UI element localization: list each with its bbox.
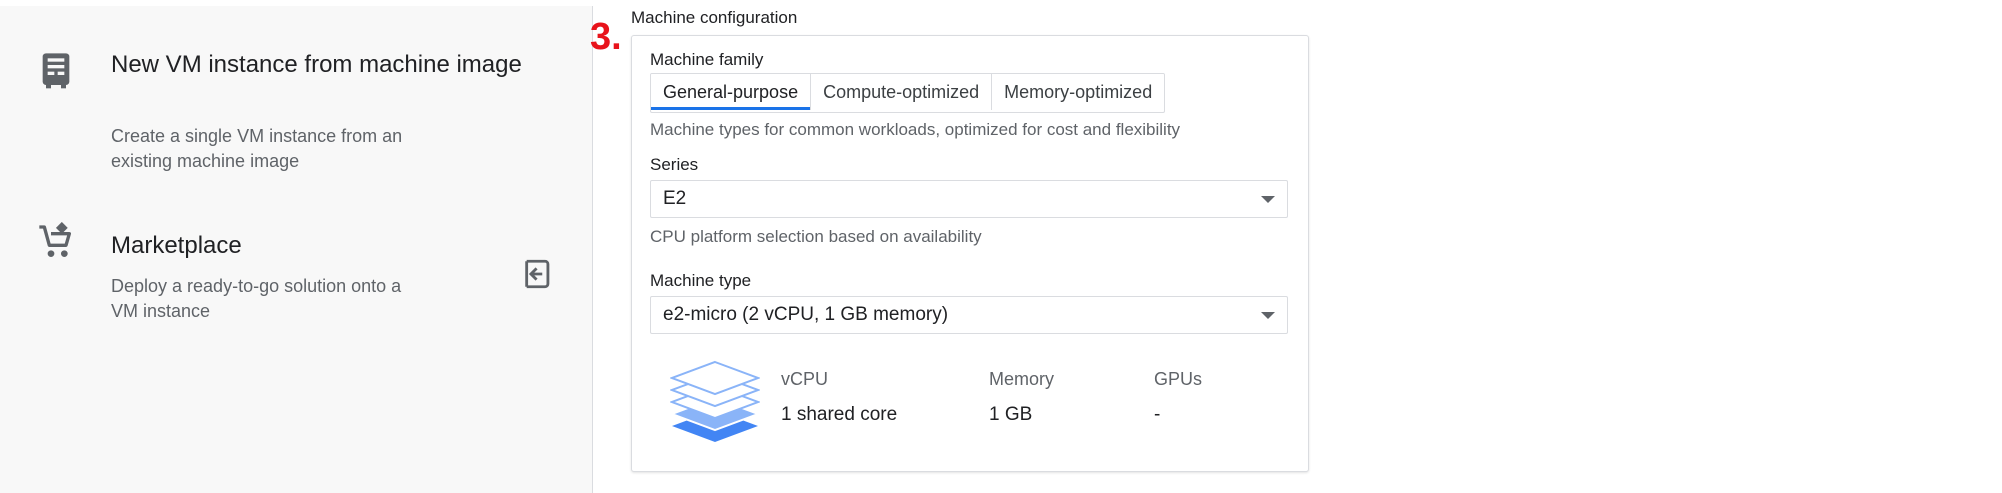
spec-value: - [1154, 404, 1161, 425]
tab-memory-optimized[interactable]: Memory-optimized [992, 74, 1165, 110]
spec-header: GPUs [1154, 369, 1203, 389]
machine-type-label: Machine type [650, 271, 752, 290]
spec-memory: Memory 1 GB [989, 367, 1054, 427]
machine-family-tabs: General-purpose Compute-optimized Memory… [650, 73, 1166, 113]
spec-header: Memory [989, 369, 1055, 389]
tab-general-purpose[interactable]: General-purpose [651, 74, 812, 110]
series-select[interactable]: E2 [650, 180, 1288, 218]
series-label: Series [650, 155, 699, 174]
tab-compute-optimized[interactable]: Compute-optimized [811, 74, 993, 110]
option-description: Deploy a ready-to-go solution onto a VM … [111, 276, 402, 321]
series-help: CPU platform selection based on availabi… [650, 227, 982, 246]
series-value: E2 [663, 188, 687, 209]
spec-vcpu: vCPU 1 shared core [781, 367, 897, 427]
machine-type-select[interactable]: e2-micro (2 vCPU, 1 GB memory) [650, 296, 1288, 334]
spec-value: 1 shared core [781, 404, 898, 425]
machine-family-help: Machine types for common workloads, opti… [650, 120, 1181, 139]
option-description: Create a single VM instance from an exis… [111, 126, 403, 171]
step-number: 3. [590, 16, 622, 58]
create-options-panel: New VM instance from machine image Creat… [0, 6, 593, 493]
option-machine-image[interactable]: New VM instance from machine image Creat… [0, 6, 592, 176]
stack-layers-icon [669, 352, 761, 453]
option-title: New VM instance from machine image [111, 51, 522, 78]
spec-value: 1 GB [989, 404, 1033, 425]
spec-gpus: GPUs - [1154, 367, 1202, 427]
machine-image-icon [36, 50, 76, 95]
section-title: Machine configuration [631, 8, 798, 27]
dropdown-arrow-icon [1261, 196, 1275, 203]
machine-configuration-card: Machine family General-purpose Compute-o… [631, 35, 1309, 472]
dropdown-arrow-icon [1261, 312, 1275, 319]
option-marketplace[interactable]: Marketplace Deploy a ready-to-go solutio… [0, 176, 592, 326]
cart-icon [36, 221, 76, 267]
machine-type-value: e2-micro (2 vCPU, 1 GB memory) [663, 304, 949, 325]
machine-family-label: Machine family [650, 50, 764, 69]
spec-header: vCPU [781, 369, 829, 389]
option-title: Marketplace [111, 232, 242, 259]
exit-panel-icon[interactable] [521, 257, 555, 296]
